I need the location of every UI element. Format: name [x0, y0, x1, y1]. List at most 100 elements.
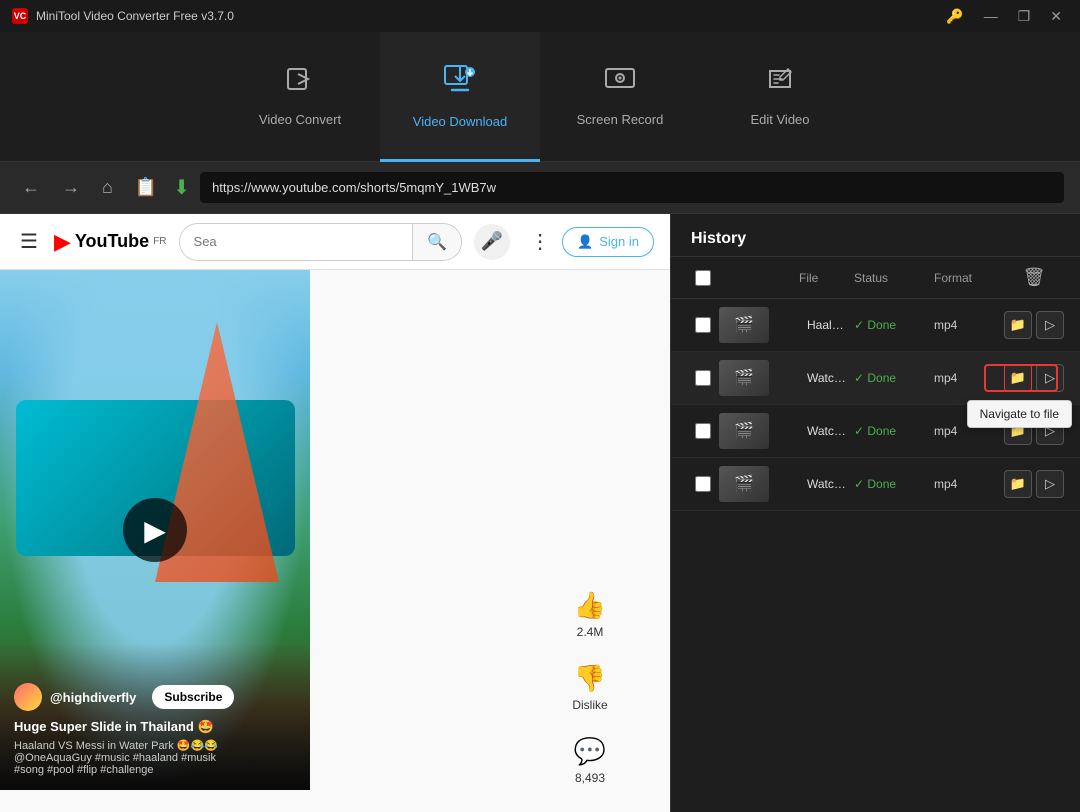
row-4-thumbnail: 🎬	[719, 466, 769, 502]
row-3-checkbox-area	[687, 423, 719, 439]
search-box[interactable]: 🔍	[179, 223, 463, 261]
forward-button[interactable]: →	[56, 173, 86, 202]
app-title: MiniTool Video Converter Free v3.7.0	[36, 9, 234, 23]
close-button[interactable]: ✕	[1044, 6, 1068, 27]
play-button[interactable]: ▶	[123, 498, 187, 562]
row-2-thumb-inner: 🎬	[719, 360, 769, 396]
video-tags: Haaland VS Messi in Water Park 🤩😂😂@OneAq…	[14, 739, 296, 776]
dislike-label: Dislike	[572, 698, 607, 712]
minimize-button[interactable]: —	[978, 6, 1004, 27]
row-3-filename: Watch...	[799, 424, 854, 438]
header-file: File	[799, 271, 854, 285]
download-icon[interactable]: ⬇	[173, 175, 190, 200]
table-row: 🎬 Haalan... ✓ Done mp4 📁 ▷	[671, 299, 1080, 352]
header-delete: 🗑	[1004, 267, 1064, 288]
comment-stat[interactable]: 💬 8,493	[574, 736, 606, 785]
row-2-filename: Watch...	[799, 371, 854, 385]
row-3-checkbox[interactable]	[695, 423, 711, 439]
history-table-header: File Status Format 🗑	[671, 257, 1080, 299]
youtube-logo-text: YouTube	[75, 231, 149, 252]
dislike-stat[interactable]: 👎 Dislike	[572, 663, 607, 712]
video-thumbnail: ▶ @highdiverfly Subscribe Huge Super Sli…	[0, 270, 310, 790]
row-2-play-button[interactable]: ▷	[1036, 364, 1064, 392]
main-content: ☰ ▶ YouTube FR 🔍 🎤 ⋮ 👤 Sign in	[0, 214, 1080, 812]
row-1-play-button[interactable]: ▷	[1036, 311, 1064, 339]
key-icon[interactable]: 🔑	[940, 6, 969, 27]
avatar	[14, 683, 42, 711]
row-4-status: ✓ Done	[854, 477, 934, 491]
row-1-checkbox-area	[687, 317, 719, 333]
row-4-checkbox-area	[687, 476, 719, 492]
app-logo: VC	[12, 8, 28, 24]
nav-edit-video[interactable]: Edit Video	[700, 32, 860, 162]
row-1-filename: Haalan...	[799, 318, 854, 332]
search-button[interactable]: 🔍	[412, 224, 461, 260]
video-convert-icon	[284, 63, 316, 102]
channel-name: @highdiverfly	[50, 690, 136, 705]
browser-pane: ☰ ▶ YouTube FR 🔍 🎤 ⋮ 👤 Sign in	[0, 214, 670, 812]
row-1-checkbox[interactable]	[695, 317, 711, 333]
mic-button[interactable]: 🎤	[474, 224, 510, 260]
menu-icon[interactable]: ☰	[16, 225, 42, 258]
clipboard-button[interactable]: 📋	[129, 173, 163, 202]
signin-button[interactable]: 👤 Sign in	[562, 227, 654, 257]
home-button[interactable]: ⌂	[96, 173, 119, 202]
row-2-format: mp4	[934, 371, 1004, 385]
youtube-header: ☰ ▶ YouTube FR 🔍 🎤 ⋮ 👤 Sign in	[0, 214, 670, 270]
row-4-format: mp4	[934, 477, 1004, 491]
screen-record-icon	[604, 63, 636, 102]
video-main: ▶ @highdiverfly Subscribe Huge Super Sli…	[0, 270, 510, 812]
row-1-format: mp4	[934, 318, 1004, 332]
account-icon: 👤	[577, 234, 593, 250]
history-pane: History File Status Format 🗑 🎬 Haalan...	[670, 214, 1080, 812]
address-bar: ← → ⌂ 📋 ⬇	[0, 162, 1080, 214]
title-bar-left: VC MiniTool Video Converter Free v3.7.0	[12, 8, 234, 24]
table-row: 🎬 Watch... ✓ Done mp4 📁 ▷ Navigate to fi…	[671, 352, 1080, 405]
nav-edit-video-label: Edit Video	[750, 112, 809, 127]
nav-screen-record-label: Screen Record	[577, 112, 664, 127]
row-4-play-button[interactable]: ▷	[1036, 470, 1064, 498]
row-2-status: ✓ Done	[854, 371, 934, 385]
restore-button[interactable]: ❐	[1012, 6, 1037, 27]
row-4-filename: Watch...	[799, 477, 854, 491]
navigate-tooltip: Navigate to file	[967, 400, 1072, 428]
more-options-icon[interactable]: ⋮	[530, 229, 550, 254]
row-4-thumb-inner: 🎬	[719, 466, 769, 502]
url-input[interactable]	[200, 172, 1064, 203]
row-1-navigate-button[interactable]: 📁	[1004, 311, 1032, 339]
row-2-thumbnail: 🎬	[719, 360, 769, 396]
row-2-navigate-button[interactable]: 📁	[1004, 364, 1032, 392]
row-4-checkbox[interactable]	[695, 476, 711, 492]
dislike-icon: 👎	[574, 663, 606, 694]
channel-row: @highdiverfly Subscribe	[14, 683, 296, 711]
comment-icon: 💬	[574, 736, 606, 767]
header-format: Format	[934, 271, 1004, 285]
subscribe-button[interactable]: Subscribe	[152, 685, 234, 709]
select-all-checkbox[interactable]	[695, 270, 711, 286]
edit-video-icon	[764, 63, 796, 102]
youtube-logo-suffix: FR	[153, 236, 166, 247]
nav-bar: Video Convert Video Download Screen Reco…	[0, 32, 1080, 162]
row-3-status: ✓ Done	[854, 424, 934, 438]
video-content: ▶ @highdiverfly Subscribe Huge Super Sli…	[0, 270, 670, 812]
row-2-actions: 📁 ▷ Navigate to file	[1004, 364, 1064, 392]
row-1-thumbnail: 🎬	[719, 307, 769, 343]
row-2-checkbox[interactable]	[695, 370, 711, 386]
row-4-navigate-button[interactable]: 📁	[1004, 470, 1032, 498]
signin-label: Sign in	[599, 234, 639, 249]
row-3-thumb-inner: 🎬	[719, 413, 769, 449]
back-button[interactable]: ←	[16, 173, 46, 202]
nav-video-convert[interactable]: Video Convert	[220, 32, 380, 162]
search-input[interactable]	[180, 226, 413, 257]
history-title: History	[671, 214, 1080, 257]
delete-all-icon[interactable]: 🗑	[1023, 267, 1046, 288]
video-title: Huge Super Slide in Thailand 🤩	[14, 719, 296, 735]
like-stat[interactable]: 👍 2.4M	[574, 590, 606, 639]
row-2-checkbox-area	[687, 370, 719, 386]
row-4-actions: 📁 ▷	[1004, 470, 1064, 498]
youtube-logo-icon: ▶	[54, 229, 71, 255]
nav-video-download[interactable]: Video Download	[380, 32, 540, 162]
nav-screen-record[interactable]: Screen Record	[540, 32, 700, 162]
comment-count: 8,493	[575, 771, 605, 785]
video-download-icon	[442, 61, 478, 104]
